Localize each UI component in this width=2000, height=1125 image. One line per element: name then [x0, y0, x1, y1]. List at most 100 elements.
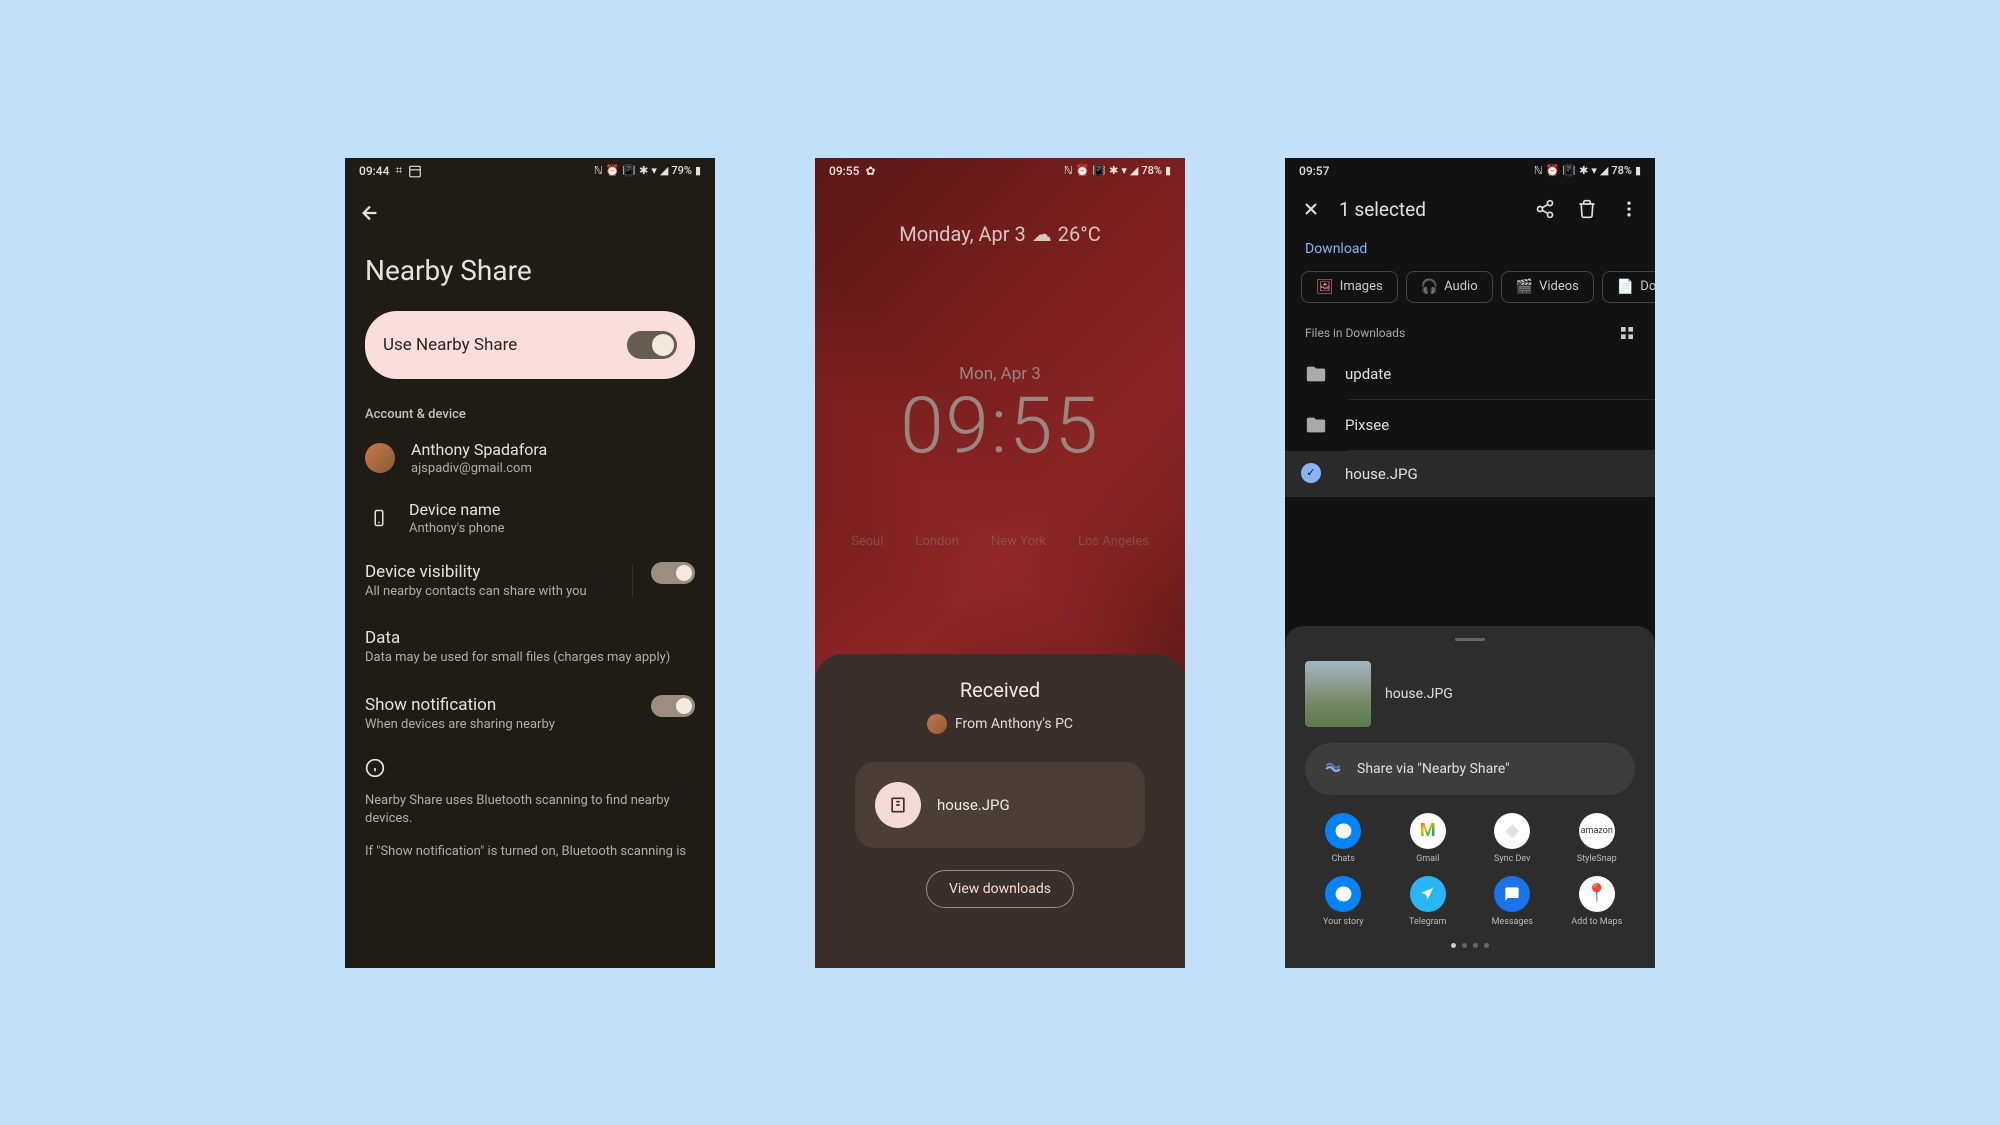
folder-name: Pixsee	[1345, 416, 1389, 434]
city: Seoul	[851, 534, 883, 549]
status-time: 09:44	[359, 164, 389, 178]
show-notification-row[interactable]: Show notification When devices are shari…	[345, 681, 715, 748]
back-button[interactable]	[345, 184, 715, 234]
nearby-share-button[interactable]: Share via "Nearby Share"	[1305, 743, 1635, 795]
app-chats[interactable]: Chats	[1305, 813, 1382, 864]
wifi-icon: ▾	[651, 164, 657, 177]
phone-icon	[365, 509, 393, 527]
world-clocks: Seoul London New York Los Angeles	[815, 534, 1185, 549]
folder-icon	[1305, 414, 1327, 436]
app-telegram[interactable]: Telegram	[1390, 876, 1467, 927]
section-account-device: Account & device	[345, 379, 715, 428]
dot	[1462, 943, 1467, 948]
page-indicator	[1285, 943, 1655, 948]
account-row[interactable]: Anthony Spadafora ajspadiv@gmail.com	[345, 428, 715, 488]
delete-button[interactable]	[1577, 199, 1597, 219]
files-section-header: Files in Downloads	[1285, 315, 1655, 349]
visibility-title: Device visibility	[365, 562, 622, 582]
info-icon-row	[345, 748, 715, 788]
notif-title: Show notification	[365, 695, 641, 715]
archive-file-icon	[875, 782, 921, 828]
grid-view-button[interactable]	[1619, 325, 1635, 341]
app-messages[interactable]: Messages	[1474, 876, 1551, 927]
device-label: Device name	[409, 500, 695, 519]
selection-header: 1 selected	[1285, 184, 1655, 235]
device-visibility-row[interactable]: Device visibility All nearby contacts ca…	[345, 548, 715, 615]
received-file-card[interactable]: house.JPG	[855, 762, 1145, 848]
gear-icon: ✿	[865, 164, 875, 178]
more-button[interactable]	[1619, 199, 1639, 219]
wifi-icon: ▾	[1121, 164, 1127, 177]
drag-handle[interactable]	[1455, 638, 1485, 641]
city: London	[915, 534, 959, 549]
vibrate-icon: 📳	[622, 164, 636, 177]
lockscreen-clock: 09:55	[815, 388, 1185, 466]
chip-images[interactable]: 🖼Images	[1301, 271, 1398, 303]
dot	[1473, 943, 1478, 948]
app-stylesnap[interactable]: amazonStyleSnap	[1559, 813, 1636, 864]
visibility-switch[interactable]	[651, 562, 695, 584]
battery-pct: 78%	[1141, 164, 1162, 177]
divider	[632, 565, 633, 597]
nfc-icon: ℕ	[594, 164, 603, 177]
app-maps[interactable]: 📍Add to Maps	[1559, 876, 1636, 927]
file-name: house.JPG	[1345, 465, 1418, 483]
dot	[1484, 943, 1489, 948]
alarm-icon: ⏰	[1076, 164, 1090, 177]
device-name-row[interactable]: Device name Anthony's phone	[345, 488, 715, 548]
selection-count: 1 selected	[1339, 198, 1517, 221]
folder-name: update	[1345, 365, 1391, 383]
share-apps-grid: Chats MGmail ◆Sync Dev amazonStyleSnap Y…	[1285, 813, 1655, 927]
device-value: Anthony's phone	[409, 521, 695, 536]
view-downloads-button[interactable]: View downloads	[926, 870, 1074, 908]
battery-icon: ▮	[695, 164, 701, 177]
close-button[interactable]	[1301, 199, 1321, 219]
status-bar: 09:57 ℕ ⏰ 📳 ✱ ▾ ◢ 78% ▮	[1285, 158, 1655, 184]
city: Los Angeles	[1078, 534, 1149, 549]
phone-file-manager-share: 09:57 ℕ ⏰ 📳 ✱ ▾ ◢ 78% ▮ 1 selected Downl…	[1285, 158, 1655, 968]
from-label: From Anthony's PC	[955, 716, 1073, 732]
page-title: Nearby Share	[345, 234, 715, 311]
switch-on[interactable]	[627, 331, 677, 359]
app-gmail[interactable]: MGmail	[1390, 813, 1467, 864]
share-button[interactable]	[1535, 199, 1555, 219]
chip-audio[interactable]: 🎧Audio	[1406, 271, 1493, 303]
city: New York	[991, 534, 1046, 549]
slack-icon: ⌗	[395, 163, 402, 178]
received-title: Received	[835, 678, 1165, 702]
avatar-icon	[365, 443, 395, 473]
filter-chips: 🖼Images 🎧Audio 🎬Videos 📄Docum	[1285, 271, 1655, 315]
info-text-1: Nearby Share uses Bluetooth scanning to …	[345, 788, 715, 832]
chip-videos[interactable]: 🎬Videos	[1501, 271, 1594, 303]
notif-switch[interactable]	[651, 695, 695, 717]
nearby-share-label: Share via "Nearby Share"	[1357, 761, 1510, 777]
folder-item[interactable]: update	[1285, 349, 1655, 399]
wifi-icon: ▾	[1591, 164, 1597, 177]
alarm-icon: ⏰	[606, 164, 620, 177]
status-time: 09:57	[1299, 164, 1329, 178]
chip-documents[interactable]: 📄Docum	[1602, 271, 1655, 303]
app-sync-dev[interactable]: ◆Sync Dev	[1474, 813, 1551, 864]
share-sheet: house.JPG Share via "Nearby Share" Chats…	[1285, 626, 1655, 968]
received-from: From Anthony's PC	[835, 714, 1165, 734]
nearby-share-icon	[1323, 759, 1343, 779]
dot	[1451, 943, 1456, 948]
alarm-icon: ⏰	[1546, 164, 1560, 177]
section-label: Files in Downloads	[1305, 326, 1405, 340]
app-your-story[interactable]: Your story	[1305, 876, 1382, 927]
folder-item[interactable]: Pixsee	[1285, 400, 1655, 450]
nfc-icon: ℕ	[1064, 164, 1073, 177]
bluetooth-icon: ✱	[1109, 164, 1118, 177]
sheet-filename: house.JPG	[1385, 686, 1453, 702]
file-item-selected[interactable]: ✓ house.JPG	[1285, 451, 1655, 497]
notif-sub: When devices are sharing nearby	[365, 717, 641, 734]
vibrate-icon: 📳	[1092, 164, 1106, 177]
status-bar: 09:44 ⌗ ℕ ⏰ 📳 ✱ ▾ ◢ 79% ▮	[345, 158, 715, 184]
sender-avatar-icon	[927, 714, 947, 734]
info-icon	[365, 758, 385, 778]
folder-icon	[1305, 363, 1327, 385]
breadcrumb[interactable]: Download	[1285, 235, 1655, 271]
use-nearby-share-toggle[interactable]: Use Nearby Share	[365, 311, 695, 379]
data-row[interactable]: Data Data may be used for small files (c…	[345, 614, 715, 681]
ls-date: Monday, Apr 3	[899, 222, 1026, 246]
